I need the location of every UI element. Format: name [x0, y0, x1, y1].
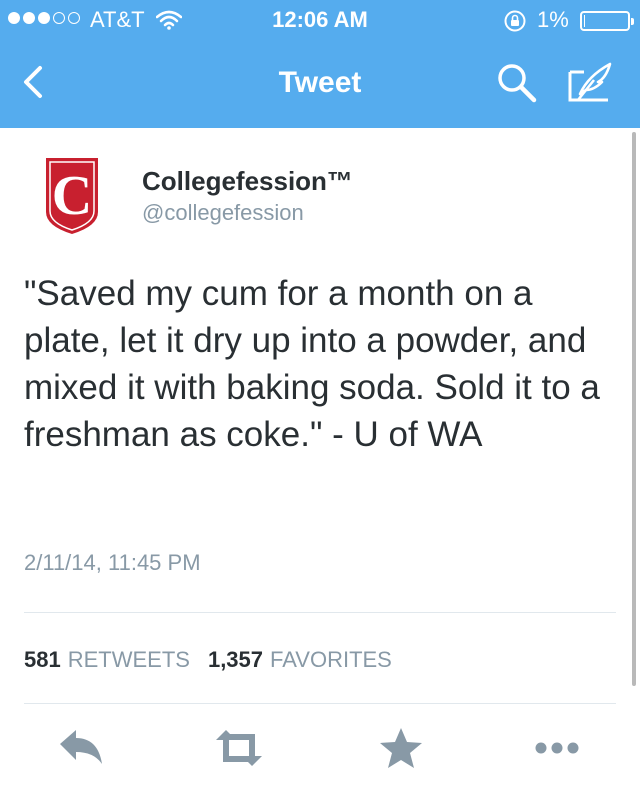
- favorites-label[interactable]: FAVORITES: [270, 647, 392, 673]
- compose-icon[interactable]: [566, 60, 616, 106]
- divider: [24, 703, 616, 704]
- header: AT&T 12:06 AM 1% Tweet: [0, 0, 640, 128]
- tweet-stats: 581 RETWEETS 1,357 FAVORITES: [24, 647, 410, 673]
- tweet-timestamp: 2/11/14, 11:45 PM: [24, 550, 201, 575]
- scrollbar[interactable]: [632, 132, 636, 686]
- search-icon[interactable]: [492, 60, 540, 106]
- divider: [24, 612, 616, 613]
- retweets-count[interactable]: 581: [24, 647, 61, 673]
- battery-percent: 1%: [537, 7, 569, 32]
- favorite-icon[interactable]: [376, 726, 426, 770]
- tweet-text: "Saved my cum for a month on a plate, le…: [24, 274, 600, 454]
- avatar-letter: C: [52, 165, 92, 227]
- author-handle[interactable]: @collegefession: [142, 200, 304, 226]
- reply-icon[interactable]: [56, 726, 106, 770]
- status-bar: AT&T 12:06 AM 1%: [0, 0, 640, 40]
- more-icon[interactable]: [532, 726, 582, 770]
- battery-level-fill: [584, 15, 585, 27]
- retweets-label[interactable]: RETWEETS: [68, 647, 190, 673]
- avatar[interactable]: C: [40, 156, 104, 236]
- favorites-count[interactable]: 1,357: [208, 647, 263, 673]
- retweet-icon[interactable]: [214, 726, 264, 770]
- page-title: Tweet: [278, 66, 362, 99]
- rotation-lock-icon: [504, 10, 526, 32]
- author-name[interactable]: Collegefession™: [142, 166, 353, 197]
- battery-icon: [580, 11, 634, 31]
